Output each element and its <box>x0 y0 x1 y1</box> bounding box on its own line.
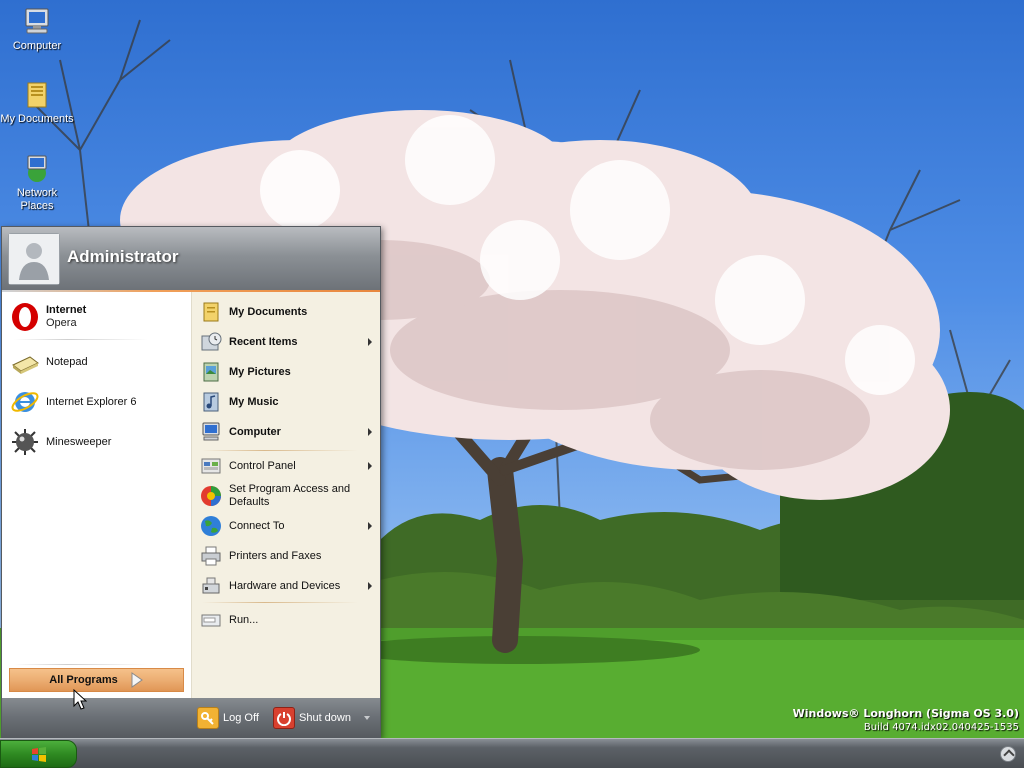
user-avatar-icon <box>9 234 59 284</box>
start-menu-header: Administrator <box>2 227 380 291</box>
system-printers-faxes[interactable]: Printers and Faxes <box>200 542 376 570</box>
system-printers-faxes-label: Printers and Faxes <box>229 549 322 562</box>
pinned-internet-subtitle: Opera <box>46 317 77 329</box>
submenu-arrow-icon <box>368 462 372 470</box>
recent-notepad[interactable]: Notepad <box>10 344 186 380</box>
mouse-cursor-icon <box>73 689 87 710</box>
pinned-internet-title: Internet <box>46 304 87 316</box>
desktop-icon-computer[interactable]: Computer <box>0 6 74 53</box>
place-computer[interactable]: Computer <box>200 418 376 446</box>
hardware-icon <box>202 577 220 594</box>
start-menu-right-pane: My Documents Recent Items My Pictures My… <box>191 292 380 698</box>
system-connect-to[interactable]: Connect To <box>200 512 376 540</box>
recent-items-icon <box>201 332 222 351</box>
run-icon <box>201 614 221 627</box>
shut-down-button[interactable]: Shut down <box>273 706 351 730</box>
network-places-icon <box>27 155 47 182</box>
os-build: Build 4074.idx02.040425-1535 <box>863 722 1019 733</box>
start-menu-footer: Log Off Shut down <box>2 698 380 737</box>
run-command[interactable]: Run... <box>200 606 376 634</box>
place-recent-items[interactable]: Recent Items <box>200 328 376 356</box>
place-my-music[interactable]: My Music <box>200 388 376 416</box>
show-hidden-icons-button[interactable] <box>1000 746 1016 762</box>
user-name: Administrator <box>67 247 179 266</box>
submenu-arrow-icon <box>368 338 372 346</box>
place-recent-items-label: Recent Items <box>229 335 298 348</box>
system-program-access[interactable]: Set Program Access and Defaults <box>200 480 376 512</box>
shut-down-label: Shut down <box>299 712 351 724</box>
place-my-pictures[interactable]: My Pictures <box>200 358 376 386</box>
start-menu: Administrator Internet Opera Notepad Int… <box>1 226 381 738</box>
all-programs-button[interactable]: All Programs <box>9 668 184 692</box>
control-panel-icon <box>201 458 221 474</box>
system-connect-to-label: Connect To <box>229 519 285 532</box>
start-menu-left-pane: Internet Opera Notepad Internet Explorer… <box>2 292 191 698</box>
desktop-icon-label: My Documents <box>0 113 74 125</box>
separator <box>14 339 148 340</box>
minesweeper-icon <box>12 429 38 455</box>
system-control-panel[interactable]: Control Panel <box>200 452 376 480</box>
computer-icon <box>202 422 220 441</box>
pinned-internet[interactable]: Internet Opera <box>10 299 186 335</box>
system-program-access-label: Set Program Access and Defaults <box>229 483 351 508</box>
place-my-pictures-label: My Pictures <box>229 365 291 378</box>
log-off-button[interactable]: Log Off <box>197 706 259 730</box>
desktop-icon-network-places[interactable]: Network Places <box>0 153 74 213</box>
recent-internet-explorer[interactable]: Internet Explorer 6 <box>10 384 186 420</box>
recent-internet-explorer-label: Internet Explorer 6 <box>46 396 137 408</box>
taskbar <box>0 738 1024 768</box>
recent-notepad-label: Notepad <box>46 356 88 368</box>
start-button[interactable] <box>0 740 77 768</box>
place-computer-label: Computer <box>229 425 281 438</box>
place-my-documents[interactable]: My Documents <box>200 298 376 326</box>
submenu-arrow-icon <box>368 428 372 436</box>
printer-icon <box>201 546 221 566</box>
windows-flag-icon <box>32 747 46 762</box>
key-icon <box>197 707 219 729</box>
user-avatar[interactable] <box>8 233 60 285</box>
os-branding: Windows® Longhorn (Sigma OS 3.0) Build 4… <box>793 707 1019 734</box>
log-off-label: Log Off <box>223 712 259 724</box>
internet-explorer-icon <box>11 392 39 412</box>
place-my-music-label: My Music <box>229 395 279 408</box>
all-programs-label: All Programs <box>49 674 118 686</box>
recent-minesweeper[interactable]: Minesweeper <box>10 424 186 460</box>
program-access-icon <box>201 486 221 506</box>
place-my-documents-label: My Documents <box>229 305 308 318</box>
system-hardware-devices[interactable]: Hardware and Devices <box>200 572 376 600</box>
desktop-icon-label: Network Places <box>16 187 58 212</box>
system-hardware-devices-label: Hardware and Devices <box>229 579 341 592</box>
desktop-icon-label: Computer <box>12 40 62 52</box>
my-documents-icon <box>27 82 47 108</box>
computer-icon <box>25 8 49 34</box>
separator <box>14 664 148 665</box>
shutdown-options-arrow-icon[interactable] <box>364 716 370 720</box>
recent-minesweeper-label: Minesweeper <box>46 436 112 448</box>
my-music-icon <box>203 392 219 412</box>
os-name: Windows® Longhorn (Sigma OS 3.0) <box>792 707 1019 720</box>
connect-to-icon <box>201 516 221 536</box>
power-icon <box>273 707 295 729</box>
my-pictures-icon <box>203 362 219 382</box>
submenu-arrow-icon <box>368 582 372 590</box>
separator <box>202 602 358 603</box>
notepad-icon <box>12 356 39 374</box>
submenu-arrow-icon <box>368 522 372 530</box>
my-documents-icon <box>203 302 219 322</box>
separator <box>202 450 358 451</box>
desktop-icon-my-documents[interactable]: My Documents <box>0 79 74 126</box>
arrow-right-icon <box>131 672 143 688</box>
run-label: Run... <box>229 613 259 626</box>
opera-icon <box>12 303 38 331</box>
system-control-panel-label: Control Panel <box>229 459 296 472</box>
